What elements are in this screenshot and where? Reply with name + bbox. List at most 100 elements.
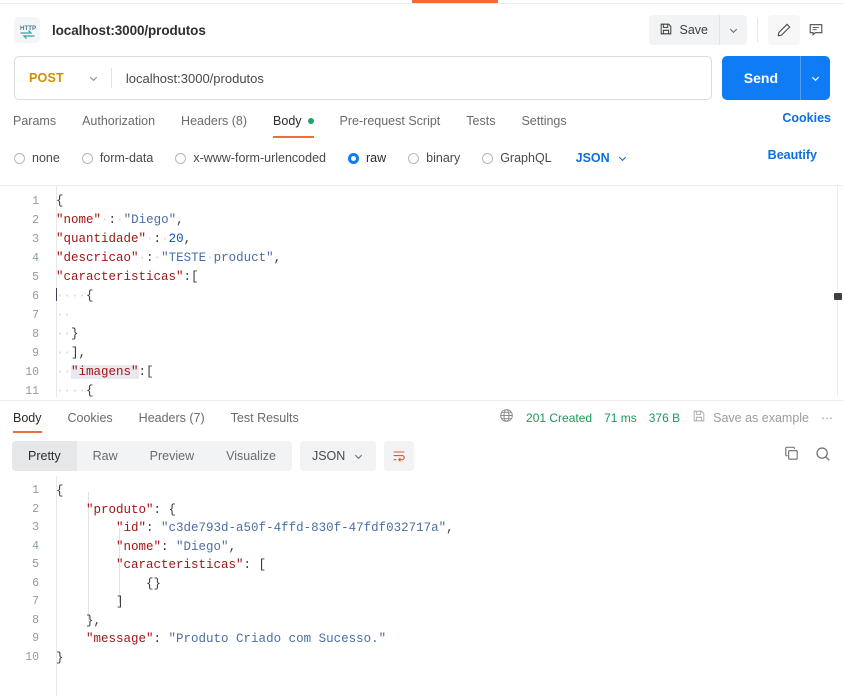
code-line: "descricao"·:·"TESTE·product", <box>56 251 282 265</box>
code-line: ··], <box>56 346 87 360</box>
line-number: 2 <box>32 214 39 227</box>
cookies-link[interactable]: Cookies <box>782 111 831 125</box>
code-line: ····{ <box>56 384 94 397</box>
tab-tests[interactable]: Tests <box>453 107 508 135</box>
response-view-visualize[interactable]: Visualize <box>210 441 292 471</box>
response-code-area[interactable]: { "produto": { "id": "c3de793d-a50f-4ffd… <box>56 476 830 667</box>
tab-label: Test Results <box>230 410 299 425</box>
code-line: "produto": { <box>86 502 177 517</box>
response-view-preview[interactable]: Preview <box>134 441 210 471</box>
code-line: ] <box>116 595 124 609</box>
copy-button[interactable] <box>783 445 800 467</box>
request-editor-scrollbar-thumb[interactable] <box>834 293 842 300</box>
line-number: 4 <box>32 539 39 553</box>
line-number: 10 <box>25 650 39 664</box>
save-dropdown-button[interactable] <box>719 15 747 45</box>
line-number: 5 <box>32 271 39 284</box>
beautify-link[interactable]: Beautify <box>768 148 817 162</box>
response-tab-headers[interactable]: Headers (7) <box>126 403 218 433</box>
url-bar: POST <box>14 56 712 100</box>
word-wrap-button[interactable] <box>384 441 415 471</box>
code-line: ·· <box>56 308 72 322</box>
radio-label: GraphQL <box>500 151 552 165</box>
line-number: 5 <box>32 558 39 571</box>
search-button[interactable] <box>814 445 832 468</box>
response-body-editor[interactable]: 1 2 3 4 5 6 7 8 9 10 { "produto": { "id"… <box>0 476 844 696</box>
floppy-disk-icon <box>692 409 706 426</box>
body-type-none[interactable]: none <box>14 151 60 165</box>
line-number: 6 <box>32 576 39 590</box>
request-tabs: Params Authorization Headers (8) Body Pr… <box>0 107 844 138</box>
code-line: { <box>56 194 64 208</box>
code-line: "nome": "Diego", <box>116 539 237 554</box>
radio-label: x-www-form-urlencoded <box>193 151 326 165</box>
tab-label: Params <box>13 114 57 128</box>
save-as-example-button[interactable]: Save as example <box>692 409 809 426</box>
url-input[interactable] <box>111 57 711 99</box>
body-type-binary[interactable]: binary <box>408 151 460 165</box>
body-modified-dot <box>307 118 314 124</box>
tab-label: Headers (8) <box>181 114 248 128</box>
response-tab-test-results[interactable]: Test Results <box>218 403 312 433</box>
comment-button[interactable] <box>800 15 832 45</box>
tab-pre-request-script[interactable]: Pre-request Script <box>327 107 454 135</box>
response-line-numbers: 1 2 3 4 5 6 7 8 9 10 <box>0 476 48 696</box>
ellipsis-icon[interactable]: ⋯ <box>821 411 836 425</box>
body-type-raw[interactable]: raw <box>348 151 386 165</box>
method-selector[interactable]: POST <box>15 57 111 99</box>
tab-label: Tests <box>466 114 496 128</box>
send-button[interactable]: Send <box>722 56 800 100</box>
code-line: "id": "c3de793d-a50f-4ffd-830f-47fdf0327… <box>116 521 454 535</box>
code-line: "quantidade"·:·20, <box>56 232 192 246</box>
line-number: 3 <box>32 233 39 246</box>
request-editor-scrollbar-track[interactable] <box>837 186 838 397</box>
edit-request-button[interactable] <box>768 15 800 45</box>
tab-params[interactable]: Params <box>13 107 69 135</box>
line-number: 7 <box>32 595 39 608</box>
line-number: 4 <box>32 252 39 265</box>
request-body-editor[interactable]: 1 2 3 4 5 6 7 8 9 10 11 12 { "nome"·:·"D… <box>0 185 844 397</box>
body-type-urlencoded[interactable]: x-www-form-urlencoded <box>175 151 326 165</box>
save-as-example-label: Save as example <box>713 410 809 425</box>
send-button-group: Send <box>721 56 830 100</box>
floppy-disk-icon <box>659 22 673 39</box>
body-format-selector[interactable]: JSON <box>576 151 628 165</box>
save-button[interactable]: Save <box>649 15 720 45</box>
response-bar: Body Cookies Headers (7) Test Results 20… <box>0 400 844 434</box>
radio-label: form-data <box>99 151 154 165</box>
response-tab-body[interactable]: Body <box>13 403 55 433</box>
tab-label: Cookies <box>67 410 113 425</box>
search-icon <box>816 446 830 461</box>
tab-label: Body <box>13 410 42 425</box>
response-view-pretty[interactable]: Pretty <box>12 441 77 471</box>
code-line: "nome"·:·"Diego", <box>56 213 184 227</box>
code-line: "message": "Produto Criado com Sucesso." <box>86 632 387 646</box>
tab-authorization[interactable]: Authorization <box>69 107 168 135</box>
response-view-raw[interactable]: Raw <box>77 441 134 471</box>
tab-settings[interactable]: Settings <box>508 107 579 135</box>
line-number: 11 <box>25 385 39 397</box>
response-tab-cookies[interactable]: Cookies <box>55 403 126 433</box>
send-dropdown-button[interactable] <box>800 56 830 100</box>
body-type-graphql[interactable]: GraphQL <box>482 151 552 165</box>
code-line: } <box>56 650 64 665</box>
body-type-form-data[interactable]: form-data <box>81 151 154 165</box>
body-type-options: none form-data x-www-form-urlencoded raw… <box>14 145 830 171</box>
tab-label: Authorization <box>82 114 156 128</box>
url-bar-row: POST Send <box>14 56 830 100</box>
tab-headers[interactable]: Headers (8) <box>168 107 260 135</box>
tab-body[interactable]: Body <box>260 107 327 138</box>
radio-label: none <box>32 151 60 165</box>
request-code-area[interactable]: { "nome"·:·"Diego", "quantidade"·:·20, "… <box>56 186 830 397</box>
request-title: localhost:3000/produtos <box>52 22 206 38</box>
request-header: HTTP localhost:3000/produtos Save <box>0 4 844 56</box>
response-status: 201 Created <box>526 410 593 425</box>
save-button-label: Save <box>679 23 709 37</box>
code-line: "caracteristicas":[ <box>56 270 199 284</box>
line-number: 10 <box>25 366 39 379</box>
radio-icon <box>175 152 187 164</box>
response-time: 71 ms <box>604 410 637 425</box>
response-format-selector[interactable]: JSON <box>299 441 377 471</box>
word-wrap-icon <box>393 451 406 462</box>
code-line: ··"imagens":[ <box>56 365 154 379</box>
